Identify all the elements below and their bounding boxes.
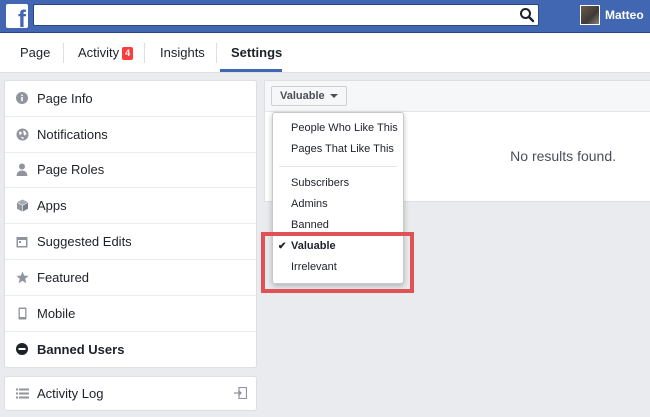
avatar	[580, 5, 600, 25]
caret-down-icon	[329, 94, 338, 98]
info-icon	[15, 91, 29, 105]
phone-icon	[15, 306, 29, 320]
sidebar-item-page-roles[interactable]: Page Roles	[5, 153, 256, 189]
sidebar-item-label: Featured	[37, 269, 90, 285]
sidebar-item-mobile[interactable]: Mobile	[5, 296, 256, 332]
sidebar-item-suggested-edits[interactable]: Suggested Edits	[5, 224, 256, 260]
page-tabs: Page Activity 4 Insights Settings	[0, 33, 650, 73]
filter-label: Valuable	[280, 90, 325, 102]
facebook-logo[interactable]: f	[6, 4, 28, 28]
sidebar-item-notifications[interactable]: Notifications	[5, 117, 256, 153]
cube-icon	[15, 199, 29, 213]
globe-icon	[15, 127, 29, 141]
menu-item-admins[interactable]: Admins	[273, 194, 403, 215]
active-tab-indicator	[220, 69, 282, 72]
sidebar-item-label: Suggested Edits	[37, 234, 132, 250]
sidebar-item-label: Apps	[37, 198, 67, 214]
empty-state-text: No results found.	[510, 148, 616, 164]
external-link-icon[interactable]	[234, 387, 247, 399]
profile-link[interactable]: Matteo	[580, 4, 644, 26]
tab-activity[interactable]: Activity 4	[78, 33, 134, 72]
tab-divider	[63, 43, 64, 63]
tab-divider	[144, 43, 145, 63]
activity-count-badge: 4	[122, 47, 134, 60]
ban-icon	[15, 342, 29, 356]
menu-item-pages-that-like-this[interactable]: Pages That Like This	[273, 139, 403, 160]
sidebar-item-label: Notifications	[37, 126, 108, 142]
search-icon[interactable]	[517, 5, 537, 25]
tab-divider	[216, 43, 217, 63]
sidebar-item-page-info[interactable]: Page Info	[5, 81, 256, 117]
sidebar-item-featured[interactable]: Featured	[5, 260, 256, 296]
sidebar-item-label: Activity Log	[37, 386, 104, 401]
sidebar-item-apps[interactable]: Apps	[5, 188, 256, 225]
sidebar-item-label: Mobile	[37, 305, 76, 321]
sidebar-item-activity-log[interactable]: Activity Log	[4, 376, 257, 411]
profile-name: Matteo	[605, 8, 644, 22]
list-icon	[15, 387, 29, 401]
sidebar-item-banned-users[interactable]: Banned Users	[5, 332, 256, 368]
menu-item-subscribers[interactable]: Subscribers	[273, 173, 403, 194]
tab-settings[interactable]: Settings	[231, 33, 282, 72]
menu-separator	[279, 166, 397, 167]
sidebar-item-label: Page Info	[37, 90, 93, 106]
tab-page[interactable]: Page	[20, 33, 50, 72]
person-icon	[15, 163, 29, 177]
menu-item-people-who-like-this[interactable]: People Who Like This	[273, 118, 403, 139]
star-icon	[15, 270, 29, 284]
calendar-icon	[15, 235, 29, 249]
tab-insights[interactable]: Insights	[160, 33, 205, 72]
top-navigation-bar: f Matteo	[0, 0, 650, 33]
sidebar-item-label: Page Roles	[37, 162, 105, 178]
settings-sidebar: Page Info Notifications Page Roles Apps …	[4, 80, 257, 369]
sidebar-item-label: Banned Users	[37, 341, 125, 357]
panel-header: Valuable	[265, 81, 650, 112]
filter-dropdown-button[interactable]: Valuable	[271, 86, 347, 106]
highlight-box	[261, 232, 414, 293]
search-input[interactable]	[33, 4, 539, 26]
